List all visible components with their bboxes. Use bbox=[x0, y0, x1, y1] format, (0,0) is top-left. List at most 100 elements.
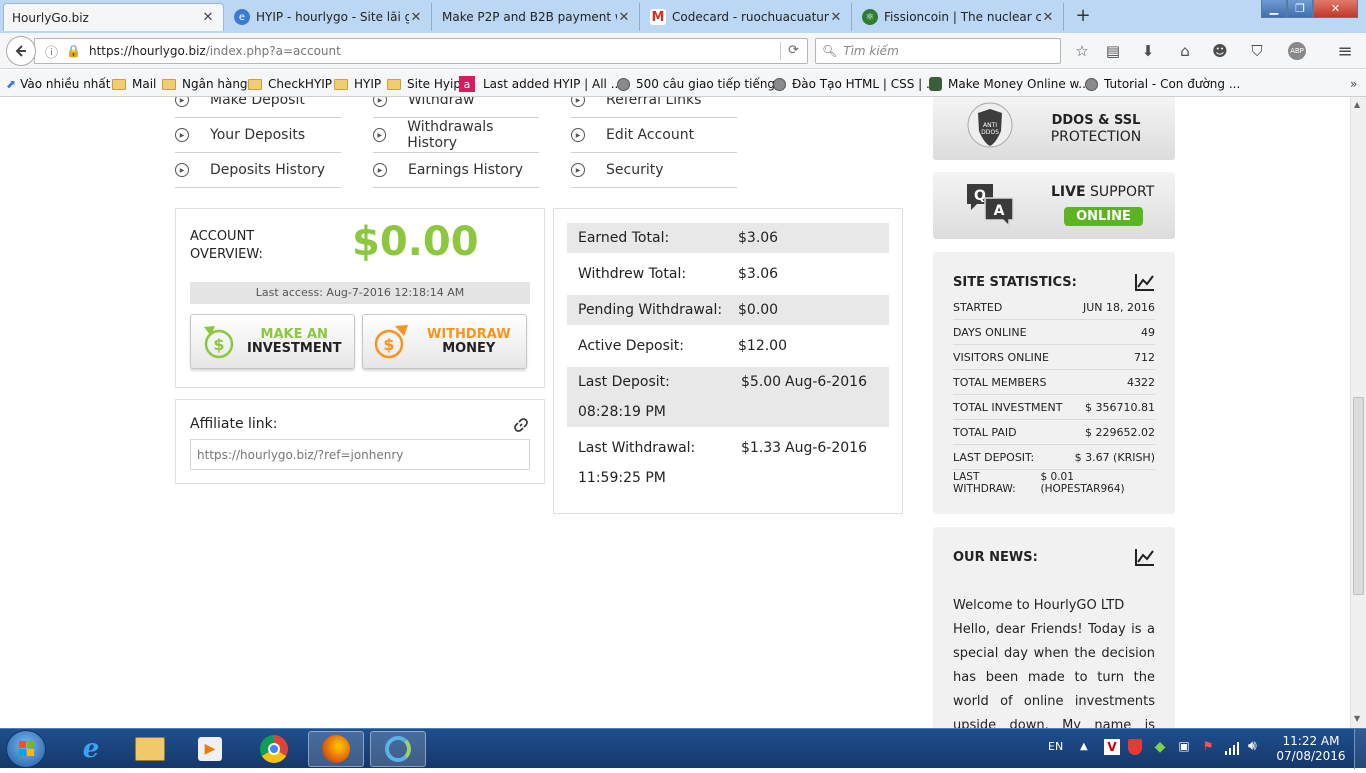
live-support-box[interactable]: Q A LIVE SUPPORT ONLINE bbox=[933, 172, 1175, 239]
folder-icon bbox=[162, 78, 176, 90]
taskbar-app[interactable] bbox=[370, 731, 426, 767]
device-tray-icon[interactable]: ▣ bbox=[1176, 739, 1192, 755]
menu-your-deposits[interactable]: ▶ Your Deposits bbox=[175, 118, 341, 153]
tab-p2p[interactable]: Make P2P and B2B payment wi... ✕ bbox=[434, 3, 640, 31]
bookmark-star-icon[interactable]: ☆ bbox=[1072, 41, 1092, 61]
play-circle-icon: ▶ bbox=[571, 128, 585, 142]
page-content: ▶ Make Deposit ▶ Withdraw ▶ Referral Links … bbox=[0, 97, 1350, 728]
show-hidden-icons[interactable]: ▲ bbox=[1080, 741, 1088, 752]
taskbar-firefox[interactable] bbox=[308, 731, 364, 767]
tab-fissioncoin[interactable]: ⚛ Fissioncoin | The nuclear c... ✕ bbox=[854, 3, 1064, 31]
new-tab-button[interactable]: + bbox=[1072, 5, 1094, 27]
bookmarks-overflow-icon[interactable]: » bbox=[1350, 75, 1357, 93]
info-icon[interactable]: ⓘ bbox=[45, 42, 58, 61]
dollar-out-arrow-icon: $ bbox=[374, 324, 408, 358]
dollar-up-arrow-icon: $ bbox=[204, 325, 234, 358]
menu-edit-account[interactable]: ▶ Edit Account bbox=[571, 118, 737, 153]
shield-tray-icon[interactable] bbox=[1128, 739, 1142, 755]
affiliate-link-field[interactable] bbox=[190, 439, 530, 470]
hello-chat-icon[interactable]: ☻ bbox=[1210, 41, 1230, 61]
internet-explorer-icon: e bbox=[82, 734, 100, 764]
pocket-icon[interactable]: ⛉ bbox=[1247, 41, 1267, 61]
stat-row: VISITORS ONLINE 712 bbox=[953, 345, 1155, 370]
site-logo-icon: a bbox=[459, 76, 475, 92]
affiliate-panel: Affiliate link: bbox=[175, 399, 545, 484]
link-icon[interactable] bbox=[513, 417, 529, 433]
volume-icon[interactable]: 🔊︎ bbox=[1248, 738, 1266, 756]
close-tab-icon[interactable]: ✕ bbox=[1041, 10, 1055, 25]
bookmark-mail[interactable]: Mail bbox=[112, 75, 156, 93]
globe-icon bbox=[773, 77, 786, 91]
bookmark-checkhyip[interactable]: CheckHYIP bbox=[248, 75, 332, 93]
search-placeholder: Tìm kiếm bbox=[843, 44, 899, 58]
gmail-icon: M bbox=[650, 9, 666, 25]
close-tab-icon[interactable]: ✕ bbox=[829, 10, 843, 25]
close-tab-icon[interactable]: ✕ bbox=[617, 10, 631, 25]
hamburger-menu-icon[interactable]: ≡ bbox=[1335, 41, 1355, 62]
close-tab-icon[interactable]: ✕ bbox=[201, 10, 215, 25]
taskbar-media-player[interactable]: ▶ bbox=[182, 731, 238, 767]
play-circle-icon: ▶ bbox=[571, 97, 585, 107]
page-scrollbar[interactable]: ▲ ▼ bbox=[1350, 97, 1366, 728]
start-button[interactable] bbox=[6, 730, 46, 768]
url-bar[interactable]: ⓘ 🔒 https://hourlygo.biz/index.php?a=acc… bbox=[34, 38, 808, 64]
bookmark-ngan-hang[interactable]: Ngân hàng bbox=[162, 75, 248, 93]
bookmark-most-visited[interactable]: ⬈ Vào nhiều nhất bbox=[6, 75, 110, 93]
antivirus-icon[interactable]: V bbox=[1104, 739, 1120, 755]
menu-security[interactable]: ▶ Security bbox=[571, 153, 737, 188]
flag-tray-icon[interactable]: ⚑ bbox=[1200, 739, 1216, 755]
news-title: OUR NEWS: bbox=[953, 550, 1038, 565]
overview-label: ACCOUNT OVERVIEW: bbox=[190, 229, 263, 262]
bookmark-hyip[interactable]: HYIP bbox=[334, 75, 381, 93]
stat-row: LAST WITHDRAW: $ 0.01 (HOPESTAR964) bbox=[953, 470, 1125, 495]
network-monitor-icon[interactable]: ◆ bbox=[1152, 739, 1168, 755]
taskbar-chrome[interactable] bbox=[246, 731, 302, 767]
reload-icon[interactable]: ⟳ bbox=[788, 43, 799, 58]
menu-withdraw[interactable]: ▶ Withdraw bbox=[373, 97, 539, 118]
play-circle-icon: ▶ bbox=[373, 97, 387, 107]
taskbar-ie[interactable]: e bbox=[63, 731, 119, 767]
scroll-down-icon[interactable]: ▼ bbox=[1354, 714, 1360, 723]
play-circle-icon: ▶ bbox=[175, 97, 189, 107]
bookmark-last-added-hyip[interactable]: a Last added HYIP | All ... bbox=[459, 75, 622, 93]
bookmark-500-cau[interactable]: 500 câu giao tiếp tiếng... bbox=[617, 75, 787, 93]
bookmark-site-hyip[interactable]: Site Hyip bbox=[387, 75, 461, 93]
maximize-button[interactable]: ❐ bbox=[1287, 0, 1313, 18]
scrollbar-thumb[interactable] bbox=[1353, 397, 1364, 595]
signal-strength-icon[interactable] bbox=[1224, 740, 1240, 756]
bookmark-make-money[interactable]: Make Money Online w... bbox=[929, 75, 1090, 93]
minimize-button[interactable]: ▁ bbox=[1261, 0, 1287, 18]
bookmarks-toolbar: ⬈ Vào nhiều nhất Mail Ngân hàng CheckHYIP… bbox=[0, 70, 1366, 97]
home-icon[interactable]: ⌂ bbox=[1175, 41, 1195, 61]
close-window-button[interactable]: ✕ bbox=[1313, 0, 1358, 18]
stat-row: TOTAL INVESTMENT $ 356710.81 bbox=[953, 395, 1155, 420]
tab-codecard[interactable]: M Codecard - ruochuacuatun... ✕ bbox=[642, 3, 852, 31]
menu-deposits-history[interactable]: ▶ Deposits History bbox=[175, 153, 341, 188]
search-bar[interactable]: 🔍︎ Tìm kiếm bbox=[815, 38, 1061, 64]
media-player-icon: ▶ bbox=[198, 737, 222, 761]
menu-earnings-history[interactable]: ▶ Earnings History bbox=[373, 153, 539, 188]
menu-withdrawals-history[interactable]: ▶ Withdrawals History bbox=[373, 118, 539, 153]
bookmark-tutorial[interactable]: Tutorial - Con đường ... bbox=[1085, 75, 1240, 93]
taskbar-explorer[interactable] bbox=[122, 731, 178, 767]
app-spinner-icon bbox=[385, 736, 411, 762]
show-desktop-button[interactable] bbox=[1354, 729, 1366, 769]
adblock-icon[interactable]: ABP bbox=[1284, 41, 1310, 61]
account-balance: $0.00 bbox=[352, 219, 479, 265]
stats-title: SITE STATISTICS: bbox=[953, 275, 1077, 290]
withdraw-money-button[interactable]: $ WITHDRAW MONEY bbox=[362, 314, 527, 369]
make-investment-button[interactable]: $ MAKE AN INVESTMENT bbox=[190, 314, 355, 369]
clock[interactable]: 11:22 AM 07/08/2016 bbox=[1276, 734, 1346, 764]
scroll-up-icon[interactable]: ▲ bbox=[1354, 100, 1360, 109]
reading-list-icon[interactable]: ▤ bbox=[1103, 41, 1123, 61]
back-button[interactable] bbox=[6, 36, 36, 66]
language-indicator[interactable]: EN bbox=[1048, 740, 1063, 753]
downloads-icon[interactable]: ⬇ bbox=[1138, 41, 1158, 61]
menu-referral-links[interactable]: ▶ Referral Links bbox=[571, 97, 737, 118]
stat-row: STARTED JUN 18, 2016 bbox=[953, 295, 1155, 320]
menu-make-deposit[interactable]: ▶ Make Deposit bbox=[175, 97, 341, 118]
tab-hourlygo[interactable]: HourlyGo.biz ✕ bbox=[3, 3, 224, 31]
tab-hyip[interactable]: e HYIP - hourlygo - Site lãi gi... ✕ bbox=[226, 3, 432, 31]
close-tab-icon[interactable]: ✕ bbox=[409, 10, 423, 25]
bookmark-dao-tao-html[interactable]: Đào Tạo HTML | CSS | ... bbox=[773, 75, 937, 93]
